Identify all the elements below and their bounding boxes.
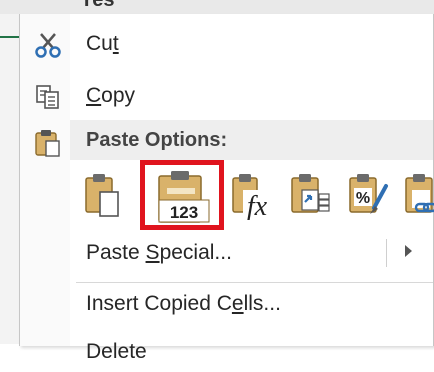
menu-item-copy[interactable]: Copy (20, 76, 433, 116)
menu-item-label: Copy (86, 84, 136, 107)
paste-options-label: Paste Options: (86, 129, 228, 151)
menu-item-label: Insert Copied Cells... (86, 292, 281, 315)
selected-row-indicator (0, 36, 19, 38)
menu-item-insert-copied-cells[interactable]: Insert Copied Cells... (20, 284, 433, 324)
clipboard-icon (34, 128, 62, 158)
context-menu: Cut Copy Paste Options: 123 fx % Paste S… (19, 14, 434, 363)
submenu-divider (386, 239, 387, 267)
svg-text:123: 123 (170, 203, 198, 222)
menu-item-label: Cut (86, 32, 119, 55)
paste-formatting-button[interactable]: % (340, 166, 398, 224)
menu-item-paste-special[interactable]: Paste Special... (20, 233, 433, 273)
svg-text:%: % (356, 190, 370, 207)
scissors-icon (34, 31, 62, 59)
paste-transpose-button[interactable] (282, 166, 340, 224)
submenu-arrow-icon[interactable] (405, 245, 412, 257)
paste-options-header: Paste Options: (70, 120, 433, 160)
paste-formulas-button[interactable]: fx (225, 166, 283, 224)
paste-link-button[interactable] (396, 166, 434, 224)
paste-values-button[interactable]: 123 (140, 160, 224, 230)
spreadsheet-background: Yes (0, 0, 434, 14)
row-header-strip (0, 14, 19, 344)
sheet-cell-partial-text: Yes (80, 0, 115, 11)
menu-separator (76, 282, 433, 283)
menu-item-cut[interactable]: Cut (20, 24, 433, 64)
paste-button[interactable] (76, 166, 134, 224)
menu-item-delete[interactable]: Delete (20, 332, 433, 372)
paste-options-row: 123 fx % (70, 160, 434, 230)
svg-text:fx: fx (247, 191, 268, 220)
menu-item-label: Paste Special... (86, 241, 232, 264)
copy-icon (34, 83, 62, 111)
